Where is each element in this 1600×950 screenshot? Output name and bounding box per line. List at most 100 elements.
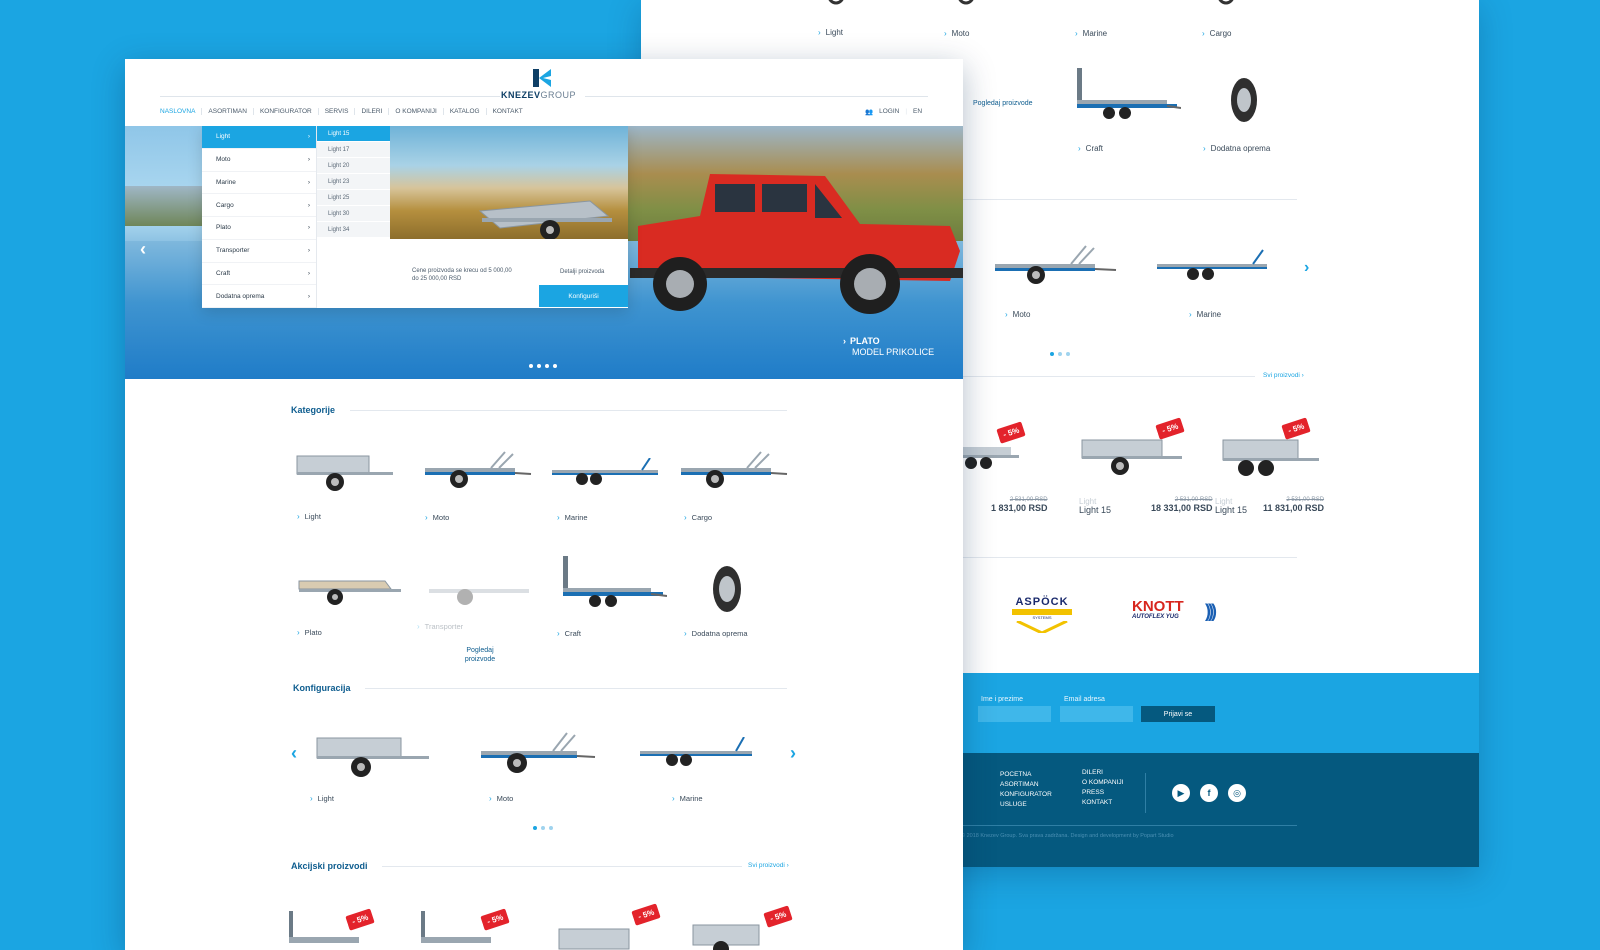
category-link-cargo[interactable]: › Cargo [684,513,712,522]
light-trailer-image[interactable] [295,452,395,492]
footer-link[interactable]: DILERI [1082,768,1123,778]
category-link-plato[interactable]: › Plato [297,628,322,637]
config-moto-trailer-image[interactable] [477,727,597,777]
category-link-moto[interactable]: › Moto [944,29,969,38]
category-link-craft[interactable]: › Craft [557,629,581,638]
name-input[interactable] [978,706,1051,722]
submenu-item[interactable]: Light 30 [317,206,390,222]
sale-trailer-image-3[interactable] [557,925,647,950]
menu-item-plato[interactable]: Plato › [202,217,316,240]
craft-trailer-image[interactable] [1071,66,1181,121]
footer-links-col-1: POCETNA ASORTIMAN KONFIGURATOR USLUGE [1000,770,1052,810]
nav-item-home[interactable]: NASLOVNA [160,108,203,115]
nav-item-catalog[interactable]: KATALOG [444,108,487,115]
category-link-accessories[interactable]: › Dodatna oprema [1203,144,1270,153]
sale-item-name-3: Light 15 [1215,505,1248,515]
config-prev-arrow[interactable]: ‹ [291,743,297,764]
configure-button[interactable]: Konfiguriši [539,285,628,307]
youtube-icon[interactable]: ▶ [1172,784,1190,802]
footer-links-col-2: DILERI O KOMPANIJI PRESS KONTAKT [1082,768,1123,808]
email-input[interactable] [1060,706,1133,722]
footer-link[interactable]: ASORTIMAN [1000,780,1052,790]
footer-link[interactable]: POCETNA [1000,770,1052,780]
nav-item-contact[interactable]: KONTAKT [487,108,529,115]
knezev-logo-icon[interactable] [533,69,551,87]
section-divider [382,866,742,867]
menu-item-cargo[interactable]: Cargo › [202,194,316,217]
menu-item-light[interactable]: Light › [202,126,316,149]
price-range-text: Cene proizvoda se krecu od 5 000,00 do 2… [412,268,512,282]
hero-prev-arrow[interactable]: ‹ [140,239,146,260]
footer-link[interactable]: KONTAKT [1082,798,1123,808]
footer-link[interactable]: O KOMPANIJI [1082,778,1123,788]
footer-link[interactable]: USLUGE [1000,800,1052,810]
nav-item-configurator[interactable]: KONFIGURATOR [254,108,319,115]
category-link-light[interactable]: › Light [818,28,843,37]
aspock-logo[interactable]: ASPÖCK SYSTEMS [1012,596,1072,638]
submenu-item[interactable]: Light 23 [317,174,390,190]
category-link-craft[interactable]: › Craft [1078,144,1103,153]
carousel-next-arrow[interactable]: › [1304,259,1309,277]
config-link-moto[interactable]: › Moto [489,794,513,803]
nav-item-about[interactable]: O KOMPANIJI [389,108,444,115]
footer-link[interactable]: PRESS [1082,788,1123,798]
product-details-link[interactable]: Detalji proizvoda [560,269,604,275]
config-link-marine[interactable]: › Marine [1189,310,1221,319]
config-next-arrow[interactable]: › [790,743,796,764]
hero-dots[interactable] [527,355,559,373]
marine-trailer-image[interactable] [550,458,665,488]
moto-trailer-image[interactable] [421,446,533,490]
menu-item-accessories[interactable]: Dodatna oprema › [202,285,316,308]
category-link-accessories[interactable]: › Dodatna oprema [684,629,748,638]
config-link-marine[interactable]: › Marine [672,794,703,803]
submenu-item[interactable]: Light 34 [317,222,390,238]
subscribe-button[interactable]: Prijavi se [1141,706,1215,722]
nav-item-service[interactable]: SERVIS [319,108,356,115]
all-products-link[interactable]: Svi proizvodi › [1263,372,1304,379]
category-link-marine[interactable]: › Marine [557,513,588,522]
category-link-marine[interactable]: › Marine [1075,29,1107,38]
all-products-link[interactable]: Svi proizvodi › [748,862,789,869]
footer-link[interactable]: KONFIGURATOR [1000,790,1052,800]
category-link-transporter[interactable]: › Transporter [417,622,463,631]
menu-item-transporter[interactable]: Transporter › [202,240,316,263]
tire-image[interactable] [1229,76,1259,124]
config-link-light[interactable]: › Light [310,794,334,803]
category-link-cargo[interactable]: › Cargo [1202,29,1231,38]
sale-trailer-image-2[interactable] [1080,436,1185,478]
marine-trailer-image[interactable] [1153,248,1283,288]
menu-item-marine[interactable]: Marine › [202,172,316,195]
tire-image[interactable] [711,564,743,614]
carousel-dots[interactable] [1048,343,1072,361]
config-carousel-dots[interactable] [531,817,555,835]
submenu-item[interactable]: Light 20 [317,158,390,174]
submenu-item[interactable]: Light 17 [317,142,390,158]
transporter-trailer-image[interactable] [425,575,535,609]
menu-item-craft[interactable]: Craft › [202,263,316,286]
submenu-item[interactable]: Light 25 [317,190,390,206]
nav-item-dealers[interactable]: DILERI [355,108,390,115]
instagram-icon[interactable]: ◎ [1228,784,1246,802]
plato-trailer-image[interactable] [295,573,405,609]
knott-logo[interactable]: KNOTT AUTOFLEX YUG [1132,599,1184,620]
view-products-overlay[interactable]: Pogledaj proizvode [456,646,504,664]
language-switch[interactable]: EN [913,108,922,116]
view-products-overlay[interactable]: Pogledaj proizvode [973,99,1033,108]
config-link-moto[interactable]: › Moto [1005,310,1030,319]
sale-trailer-image-3[interactable] [1221,438,1321,480]
nav-item-assortment[interactable]: ASORTIMAN [202,108,254,115]
logo-text[interactable]: KNEZEVGROUP [501,90,576,100]
cargo-trailer-image[interactable] [677,446,789,490]
login-link[interactable]: LOGIN [879,108,899,116]
category-link-moto[interactable]: › Moto [425,513,449,522]
menu-item-moto[interactable]: Moto › [202,149,316,172]
facebook-icon[interactable]: f [1200,784,1218,802]
config-marine-trailer-image[interactable] [638,737,760,771]
craft-trailer-image[interactable] [557,554,667,610]
category-link-light[interactable]: › Light [297,512,321,521]
sub-menu: Light 15 Light 17 Light 20 Light 23 Ligh… [317,126,390,238]
moto-trailer-image[interactable] [991,242,1121,292]
submenu-item[interactable]: Light 15 [317,126,390,142]
hero-caption[interactable]: › PLATO MODEL PRIKOLICE [843,336,934,358]
config-light-trailer-image[interactable] [315,732,433,780]
